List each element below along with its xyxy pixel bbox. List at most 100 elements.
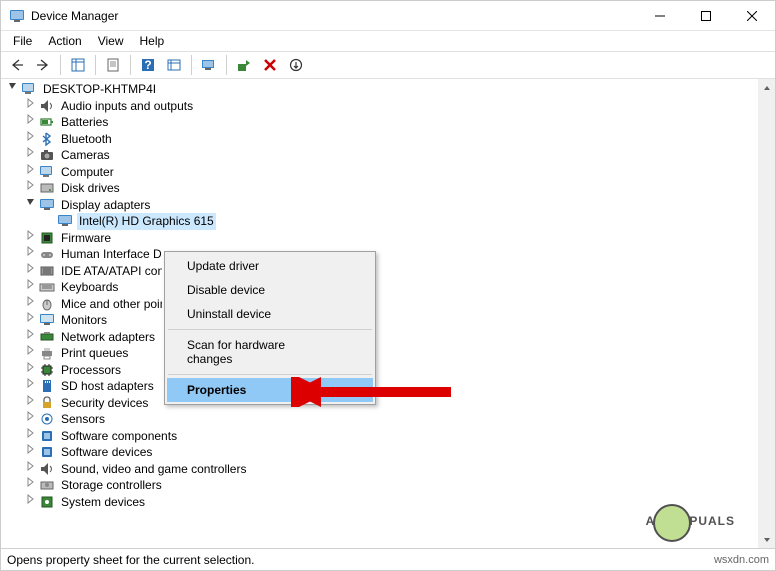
tree-item-label: IDE ATA/ATAPI controllers [59,263,162,280]
tree-item[interactable]: Disk drives [5,180,758,197]
context-menu-item[interactable]: Properties [167,378,373,402]
expand-icon[interactable] [23,114,39,131]
expand-icon[interactable] [23,395,39,412]
window-controls [637,1,775,31]
back-button[interactable] [5,53,29,77]
computer-icon [39,164,55,180]
collapse-icon[interactable] [23,197,39,214]
expand-icon[interactable] [23,362,39,379]
forward-button[interactable] [31,53,55,77]
scroll-up-button[interactable] [758,79,775,96]
tree-item[interactable]: Monitors [5,312,758,329]
help-button[interactable]: ? [136,53,160,77]
bluetooth-icon [39,131,55,147]
tree-item[interactable]: Sound, video and game controllers [5,461,758,478]
menu-view[interactable]: View [90,32,132,50]
tree-item[interactable]: Firmware [5,230,758,247]
scrollbar-track[interactable] [758,96,775,531]
expand-icon[interactable] [23,180,39,197]
properties-button[interactable] [101,53,125,77]
minimize-button[interactable] [637,1,683,31]
tree-item-label: Human Interface Devices [59,246,162,263]
tree-item[interactable]: Cameras [5,147,758,164]
expand-icon[interactable] [23,98,39,115]
tree-item-label: Storage controllers [59,477,164,494]
context-menu-item[interactable]: Update driver [167,254,373,278]
expand-icon[interactable] [23,164,39,181]
vertical-scrollbar[interactable] [758,79,775,548]
tree-item[interactable]: SD host adapters [5,378,758,395]
toolbar: ? [1,51,775,79]
tree-item-label: Processors [59,362,123,379]
expand-icon[interactable] [23,411,39,428]
titlebar: Device Manager [1,1,775,31]
software-icon [39,428,55,444]
menu-action[interactable]: Action [40,32,89,50]
expand-icon[interactable] [23,147,39,164]
action-button[interactable] [162,53,186,77]
show-hide-console-tree-button[interactable] [66,53,90,77]
enable-disable-button[interactable] [284,53,308,77]
tree-item[interactable]: Software components [5,428,758,445]
expand-icon[interactable] [23,428,39,445]
expand-icon[interactable] [23,329,39,346]
tree-item[interactable]: Security devices [5,395,758,412]
tree-item-label: Software components [59,428,179,445]
printer-icon [39,345,55,361]
tree-item[interactable]: Storage controllers [5,477,758,494]
maximize-button[interactable] [683,1,729,31]
tree-item[interactable]: Processors [5,362,758,379]
expand-icon[interactable] [23,494,39,511]
tree-item-label: DESKTOP-KHTMP4I [41,81,158,98]
expand-icon[interactable] [23,378,39,395]
device-tree-scroll[interactable]: DESKTOP-KHTMP4IAudio inputs and outputsB… [1,79,758,548]
expand-icon[interactable] [23,312,39,329]
expand-icon[interactable] [23,461,39,478]
expand-icon[interactable] [23,230,39,247]
toolbar-separator [191,55,192,75]
expand-icon[interactable] [23,477,39,494]
update-driver-button[interactable] [232,53,256,77]
security-icon [39,395,55,411]
tree-item[interactable]: Human Interface Devices [5,246,758,263]
collapse-icon[interactable] [5,81,21,98]
expand-icon[interactable] [23,279,39,296]
expand-icon[interactable] [23,246,39,263]
uninstall-button[interactable] [258,53,282,77]
menu-help[interactable]: Help [132,32,173,50]
audio-icon [39,98,55,114]
system-icon [39,494,55,510]
context-menu-separator [168,329,372,330]
close-button[interactable] [729,1,775,31]
tree-item[interactable]: Print queues [5,345,758,362]
context-menu-item[interactable]: Uninstall device [167,302,373,326]
tree-item[interactable]: Batteries [5,114,758,131]
tree-item[interactable]: Sensors [5,411,758,428]
tree-item[interactable]: Keyboards [5,279,758,296]
context-menu-item[interactable]: Disable device [167,278,373,302]
tree-item[interactable]: Bluetooth [5,131,758,148]
tree-item[interactable]: Network adapters [5,329,758,346]
scan-hardware-button[interactable] [197,53,221,77]
software-icon [39,444,55,460]
tree-item[interactable]: IDE ATA/ATAPI controllers [5,263,758,280]
hid-icon [39,246,55,262]
tree-item[interactable]: Software devices [5,444,758,461]
scroll-down-button[interactable] [758,531,775,548]
tree-item[interactable]: Display adapters [5,197,758,214]
tree-item[interactable]: Audio inputs and outputs [5,98,758,115]
network-icon [39,329,55,345]
menu-file[interactable]: File [5,32,40,50]
expand-icon[interactable] [23,345,39,362]
expand-icon[interactable] [23,131,39,148]
tree-item[interactable]: Computer [5,164,758,181]
context-menu-item[interactable]: Scan for hardware changes [167,333,373,371]
disk-icon [39,180,55,196]
tree-item[interactable]: Mice and other pointing devices [5,296,758,313]
tree-item[interactable]: Intel(R) HD Graphics 615 [5,213,758,230]
expand-icon[interactable] [23,444,39,461]
expand-icon[interactable] [23,296,39,313]
expand-icon[interactable] [23,263,39,280]
tree-item-label: Intel(R) HD Graphics 615 [77,213,216,230]
tree-item[interactable]: DESKTOP-KHTMP4I [5,81,758,98]
